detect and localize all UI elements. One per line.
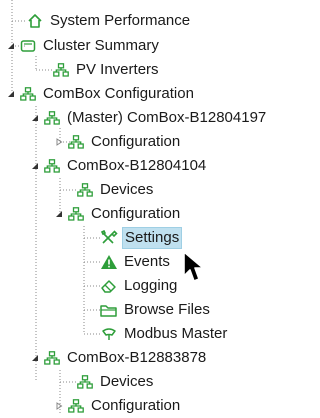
tree-item-combox-configuration[interactable]: ComBox Configuration [6,82,196,106]
tree-item-cluster-summary[interactable]: Cluster Summary [6,34,161,58]
tree-item-pv-inverters[interactable]: PV Inverters [52,58,161,82]
tools-icon [100,230,118,246]
tree-item-events[interactable]: Events [100,250,172,274]
expanded-arrow-icon[interactable] [30,161,40,171]
folder-icon [100,302,118,318]
tree-item-combox-b12883878[interactable]: ComBox-B12883878 [30,346,208,370]
tree-item-label: Devices [100,373,154,390]
network-node-icon [67,134,85,150]
mouse-pointer-icon [181,250,207,290]
network-node-icon [43,350,61,366]
network-node-icon [76,374,94,390]
network-node-icon [43,110,61,126]
tree-item-label-selected: Settings [122,227,183,249]
tree-item-label: Browse Files [124,301,210,318]
home-icon [26,13,44,29]
tree-item-devices[interactable]: Devices [76,178,155,202]
navigation-tree: System Performance Cluster Summary PV In… [0,0,307,415]
tree-item-modbus-master[interactable]: Modbus Master [100,322,229,346]
expanded-arrow-icon[interactable] [30,113,40,123]
expanded-arrow-icon[interactable] [30,353,40,363]
tree-item-label: Configuration [91,205,181,222]
network-node-icon [67,398,85,414]
tree-item-label: Devices [100,181,154,198]
network-node-icon [43,158,61,174]
tree-item-label: Configuration [91,397,181,414]
tree-item-label: ComBox-B12804104 [67,157,207,174]
expanded-arrow-icon[interactable] [6,89,16,99]
tree-item-configuration-2[interactable]: Configuration [54,394,182,418]
tree-item-devices-2[interactable]: Devices [76,370,155,394]
tree-item-label: Configuration [91,133,181,150]
collapsed-arrow-icon[interactable] [54,401,64,411]
network-node-icon [67,206,85,222]
tree-item-label: ComBox-B12883878 [67,349,207,366]
eraser-icon [100,278,118,294]
tree-item-master-combox[interactable]: (Master) ComBox-B12804197 [30,106,268,130]
tree-item-label: Events [124,253,170,270]
tree-item-configuration[interactable]: Configuration [54,202,182,226]
network-node-icon [19,86,37,102]
tree-item-system-performance[interactable]: System Performance [26,9,192,33]
tree-item-master-configuration[interactable]: Configuration [54,130,182,154]
expanded-arrow-icon[interactable] [54,209,64,219]
tree-item-logging[interactable]: Logging [100,274,179,298]
plug-icon [100,326,118,342]
cluster-icon [19,38,37,54]
tree-item-label: ComBox Configuration [43,85,194,102]
tree-item-combox-b12804104[interactable]: ComBox-B12804104 [30,154,208,178]
tree-item-settings[interactable]: Settings [100,226,183,250]
tree-item-label: (Master) ComBox-B12804197 [67,109,267,126]
network-node-icon [76,182,94,198]
tree-item-label: PV Inverters [76,61,159,78]
tree-item-label: Logging [124,277,178,294]
tree-item-label: Cluster Summary [43,37,159,54]
network-node-icon [52,62,70,78]
expanded-arrow-icon[interactable] [6,41,16,51]
warning-icon [100,254,118,270]
tree-item-browse-files[interactable]: Browse Files [100,298,212,322]
tree-item-label: System Performance [50,12,191,29]
tree-item-label: Modbus Master [124,325,228,342]
collapsed-arrow-icon[interactable] [54,137,64,147]
